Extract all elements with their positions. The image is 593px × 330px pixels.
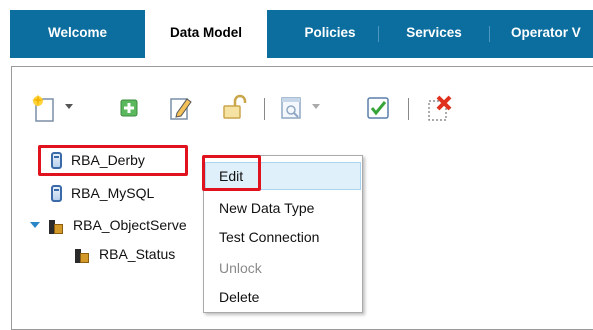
menu-item-delete[interactable]: Delete bbox=[205, 283, 361, 311]
tree-item-label: RBA_ObjectServe bbox=[73, 217, 187, 233]
new-icon[interactable] bbox=[30, 88, 58, 128]
menu-item-edit[interactable]: Edit bbox=[205, 162, 361, 190]
tab-data-model[interactable]: Data Model bbox=[145, 10, 267, 58]
toolbar-separator bbox=[408, 98, 409, 120]
check-icon[interactable] bbox=[364, 88, 392, 128]
add-icon[interactable] bbox=[115, 88, 143, 128]
tree-item-label: RBA_Derby bbox=[71, 152, 145, 168]
unlock-icon[interactable] bbox=[220, 88, 248, 128]
tree-item-rba-status[interactable]: RBA_Status bbox=[74, 243, 175, 265]
tab-policies[interactable]: Policies bbox=[282, 10, 378, 58]
menu-item-new-data-type[interactable]: New Data Type bbox=[205, 194, 361, 222]
tab-bar: Welcome Data Model Policies Services Ope… bbox=[10, 10, 593, 58]
tree-item-rba-objectserver[interactable]: RBA_ObjectServe bbox=[48, 214, 187, 236]
tree-item-label: RBA_Status bbox=[99, 246, 176, 262]
delete-icon[interactable] bbox=[425, 88, 453, 128]
objectserver-icon bbox=[48, 217, 64, 234]
tab-separator bbox=[489, 26, 490, 42]
screenshot-frame: Welcome Data Model Policies Services Ope… bbox=[0, 0, 593, 330]
new-dropdown-chevron-down-icon[interactable] bbox=[65, 104, 73, 109]
context-menu: Edit New Data Type Test Connection Unloc… bbox=[203, 155, 363, 313]
objectserver-icon bbox=[74, 246, 90, 263]
toolbar-separator bbox=[264, 98, 265, 120]
datasource-icon bbox=[51, 151, 62, 169]
view-dropdown-chevron-down-icon[interactable] bbox=[312, 104, 320, 109]
tree-item-rba-derby[interactable]: RBA_Derby bbox=[51, 149, 145, 171]
tab-services[interactable]: Services bbox=[379, 10, 489, 58]
view-icon[interactable] bbox=[277, 88, 305, 128]
menu-item-test-connection[interactable]: Test Connection bbox=[205, 223, 361, 251]
tree-item-rba-mysql[interactable]: RBA_MySQL bbox=[51, 182, 154, 204]
tree-item-label: RBA_MySQL bbox=[71, 185, 155, 201]
expand-chevron-down-icon[interactable] bbox=[30, 222, 40, 228]
menu-item-unlock: Unlock bbox=[219, 260, 262, 276]
tab-welcome[interactable]: Welcome bbox=[10, 10, 145, 58]
edit-icon[interactable] bbox=[166, 88, 194, 128]
tab-operator-views[interactable]: Operator V bbox=[501, 10, 593, 58]
datasource-icon bbox=[51, 184, 62, 202]
